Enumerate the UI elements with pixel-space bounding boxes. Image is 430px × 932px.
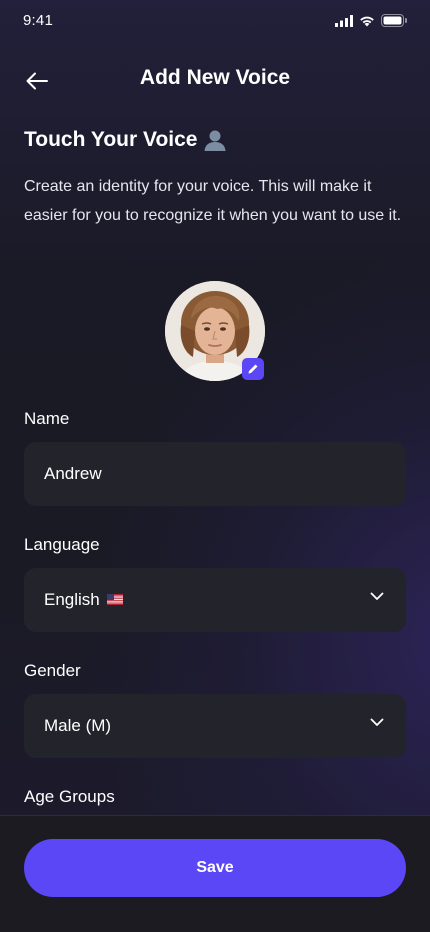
chevron-down-icon xyxy=(370,592,384,600)
battery-icon xyxy=(381,14,407,27)
language-select[interactable]: English xyxy=(24,568,406,632)
language-label: Language xyxy=(24,535,100,554)
section-title: Touch Your Voice xyxy=(24,128,227,152)
header: Add New Voice xyxy=(0,58,430,102)
chevron-down-icon xyxy=(370,718,384,726)
name-input[interactable] xyxy=(44,464,386,484)
user-silhouette-icon xyxy=(204,130,226,151)
signal-icon xyxy=(335,14,353,27)
wifi-icon xyxy=(360,16,374,26)
status-time: 9:41 xyxy=(23,12,53,29)
description: Create an identity for your voice. This … xyxy=(24,178,402,224)
status-bar: 9:41 xyxy=(0,0,430,44)
pencil-icon xyxy=(248,364,258,374)
page-title: Add New Voice xyxy=(139,66,291,89)
name-field[interactable] xyxy=(24,442,406,506)
section-title-text: Touch Your Voice xyxy=(24,128,198,151)
save-button[interactable]: Save xyxy=(24,839,406,897)
language-value: English xyxy=(44,590,100,609)
age-groups-label: Age Groups xyxy=(24,787,115,806)
name-label: Name xyxy=(24,409,70,428)
us-flag-icon xyxy=(106,593,123,605)
gender-select[interactable]: Male (M) xyxy=(24,694,406,758)
gender-label: Gender xyxy=(24,661,81,680)
bottom-bar: Save xyxy=(0,815,430,932)
status-icons xyxy=(335,14,408,27)
gender-value: Male (M) xyxy=(44,716,112,735)
edit-avatar-button[interactable] xyxy=(242,358,264,380)
avatar-wrapper xyxy=(165,281,265,381)
